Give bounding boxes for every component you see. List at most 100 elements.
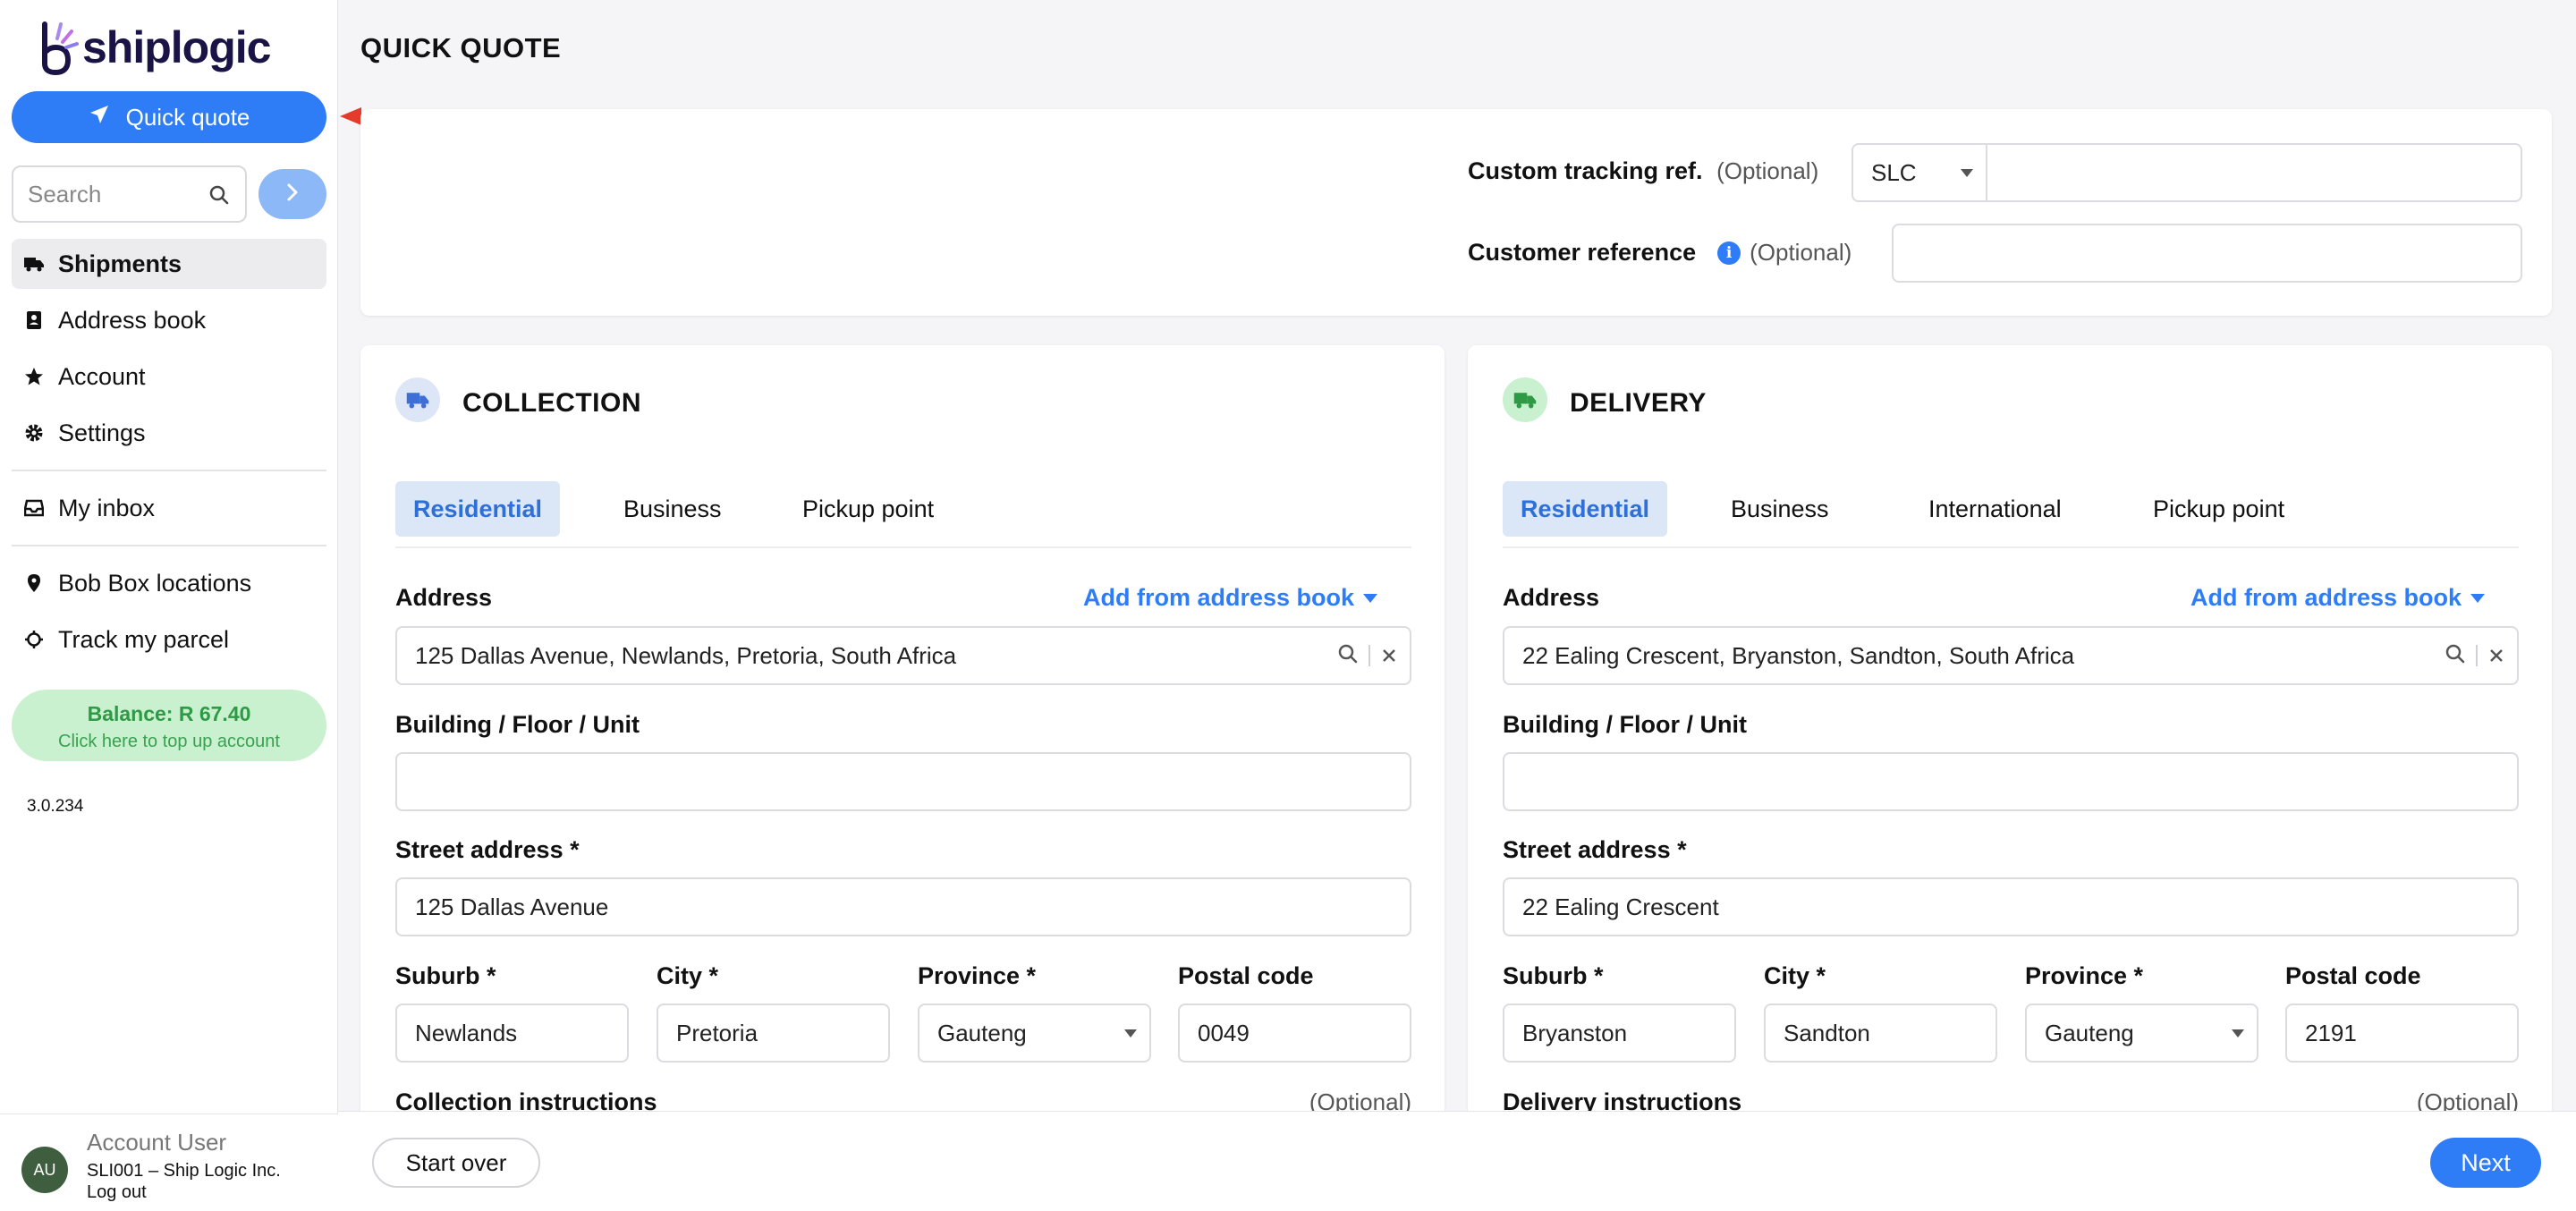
search-icon[interactable]	[1338, 642, 1358, 670]
optional-label: (Optional)	[1716, 157, 1819, 184]
separator	[1368, 645, 1370, 666]
sidebar-item-track-my-parcel[interactable]: Track my parcel	[12, 614, 326, 665]
truck-icon	[24, 254, 44, 274]
tab-residential[interactable]: Residential	[1503, 481, 1668, 537]
map-pin-icon	[24, 573, 44, 593]
address-search-field[interactable]: 125 Dallas Avenue, Newlands, Pretoria, S…	[395, 626, 1411, 685]
province-value: Gauteng	[2045, 1019, 2134, 1046]
sidebar-divider	[12, 545, 326, 546]
sidebar-item-settings[interactable]: Settings	[12, 408, 326, 458]
custom-tracking-ref-label: Custom tracking ref. (Optional)	[1468, 157, 1819, 184]
tab-divider	[1503, 546, 2519, 548]
next-button[interactable]: Next	[2430, 1138, 2541, 1188]
province-label: Province *	[2025, 962, 2144, 989]
suburb-input[interactable]: Newlands	[395, 1004, 629, 1063]
sidebar: shiplogic Quick quote Shipments Address …	[0, 0, 338, 1211]
city-label: City *	[1764, 962, 1826, 989]
building-input[interactable]	[395, 752, 1411, 811]
user-organisation: SLI001 – Ship Logic Inc.	[87, 1161, 281, 1181]
suburb-label: Suburb *	[395, 962, 496, 989]
balance-badge[interactable]: Balance: R 67.40 Click here to top up ac…	[12, 690, 326, 761]
delivery-card: DELIVERY Residential Business Internatio…	[1468, 345, 2552, 1123]
province-select[interactable]: Gauteng	[2025, 1004, 2258, 1063]
avatar[interactable]: AU	[21, 1147, 68, 1193]
tab-international[interactable]: International	[1911, 481, 2080, 537]
postal-code-input[interactable]: 2191	[2285, 1004, 2519, 1063]
clear-icon[interactable]	[1381, 642, 1397, 670]
search-box	[12, 165, 247, 223]
tracking-card: Custom tracking ref. (Optional) SLC Cust…	[360, 109, 2552, 316]
sidebar-item-label: Shipments	[58, 250, 182, 277]
tab-pickup-point[interactable]: Pickup point	[784, 481, 952, 537]
address-actions	[2445, 628, 2504, 683]
collection-title: COLLECTION	[462, 388, 641, 418]
quick-quote-button[interactable]: Quick quote	[12, 91, 326, 143]
city-input[interactable]: Sandton	[1764, 1004, 1997, 1063]
tab-divider	[395, 546, 1411, 548]
sidebar-item-label: Bob Box locations	[58, 569, 252, 597]
tab-business[interactable]: Business	[606, 481, 740, 537]
postal-code-input[interactable]: 0049	[1178, 1004, 1411, 1063]
add-from-address-book-label: Add from address book	[1083, 584, 1355, 611]
inbox-icon	[24, 498, 44, 518]
start-over-button[interactable]: Start over	[372, 1138, 540, 1188]
collection-card: COLLECTION Residential Business Pickup p…	[360, 345, 1445, 1123]
sidebar-item-inbox[interactable]: My inbox	[12, 483, 326, 533]
clear-icon[interactable]	[2488, 642, 2504, 670]
chevron-right-icon	[285, 182, 300, 207]
sidebar-item-address-book[interactable]: Address book	[12, 295, 326, 345]
user-name: Account User	[87, 1129, 227, 1156]
search-icon[interactable]	[209, 185, 229, 209]
sidebar-item-account[interactable]: Account	[12, 351, 326, 402]
info-icon[interactable]: i	[1717, 241, 1741, 265]
sidebar-item-label: Settings	[58, 419, 146, 446]
postal-code-label: Postal code	[1178, 962, 1314, 989]
truck-icon	[395, 377, 440, 422]
building-label: Building / Floor / Unit	[1503, 711, 1747, 738]
sidebar-item-bob-box-locations[interactable]: Bob Box locations	[12, 558, 326, 608]
building-input[interactable]	[1503, 752, 2519, 811]
customer-reference-input[interactable]	[1892, 224, 2522, 283]
address-value: 125 Dallas Avenue, Newlands, Pretoria, S…	[415, 641, 957, 669]
page-title: QUICK QUOTE	[360, 32, 562, 64]
tab-business[interactable]: Business	[1713, 481, 1847, 537]
app-logo[interactable]: shiplogic	[39, 16, 271, 79]
quick-quote-label: Quick quote	[125, 103, 250, 131]
add-from-address-book-label: Add from address book	[2190, 584, 2462, 611]
suburb-input[interactable]: Bryanston	[1503, 1004, 1736, 1063]
city-input[interactable]: Pretoria	[657, 1004, 890, 1063]
add-from-address-book-button[interactable]: Add from address book	[2190, 584, 2486, 612]
search-input[interactable]	[28, 180, 207, 208]
sidebar-item-label: Account	[58, 362, 146, 390]
province-select[interactable]: Gauteng	[918, 1004, 1151, 1063]
street-address-label: Street address *	[395, 836, 580, 863]
user-panel: AU Account User SLI001 – Ship Logic Inc.…	[0, 1114, 338, 1211]
search-icon[interactable]	[2445, 642, 2465, 670]
action-bar: Start over Next	[338, 1111, 2576, 1211]
address-book-icon	[24, 310, 44, 330]
tab-pickup-point[interactable]: Pickup point	[2135, 481, 2302, 537]
address-value: 22 Ealing Crescent, Bryanston, Sandton, …	[1522, 641, 2075, 669]
street-address-input[interactable]: 125 Dallas Avenue	[395, 877, 1411, 936]
street-address-label: Street address *	[1503, 836, 1687, 863]
customer-reference-label: Customer reference i (Optional)	[1468, 239, 1852, 266]
add-from-address-book-button[interactable]: Add from address book	[1083, 584, 1378, 612]
tracking-prefix-value: SLC	[1871, 158, 1917, 186]
gear-icon	[24, 423, 44, 443]
street-address-input[interactable]: 22 Ealing Crescent	[1503, 877, 2519, 936]
tracking-prefix-select[interactable]: SLC	[1852, 143, 1987, 202]
custom-tracking-ref-input[interactable]	[1986, 143, 2522, 202]
sidebar-item-shipments[interactable]: Shipments	[12, 239, 326, 289]
balance-amount: Balance: R 67.40	[87, 702, 251, 725]
logout-link[interactable]: Log out	[87, 1182, 147, 1203]
address-search-field[interactable]: 22 Ealing Crescent, Bryanston, Sandton, …	[1503, 626, 2519, 685]
address-actions	[1338, 628, 1397, 683]
search-submit-button[interactable]	[258, 169, 326, 219]
crosshair-icon	[24, 630, 44, 649]
building-label: Building / Floor / Unit	[395, 711, 640, 738]
sidebar-divider	[12, 470, 326, 471]
separator	[2476, 645, 2478, 666]
sidebar-item-label: Track my parcel	[58, 625, 230, 653]
star-icon	[24, 367, 44, 386]
tab-residential[interactable]: Residential	[395, 481, 561, 537]
